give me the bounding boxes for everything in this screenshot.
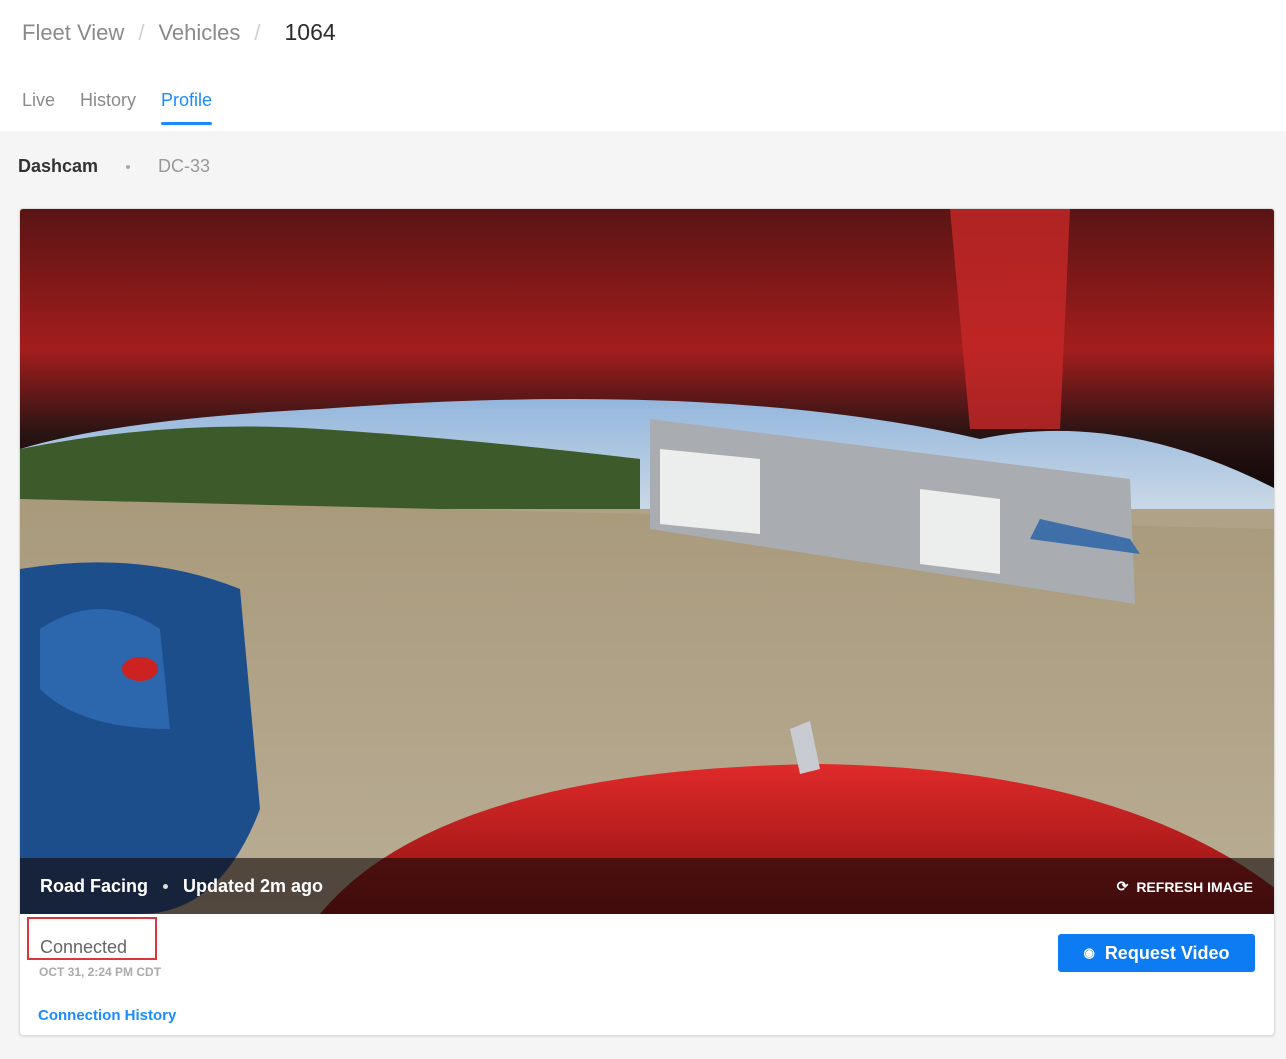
breadcrumb: Fleet View / Vehicles / 1064 <box>22 19 336 46</box>
tab-history[interactable]: History <box>80 90 136 125</box>
connection-history-link[interactable]: Connection History <box>38 1007 176 1024</box>
breadcrumb-separator: / <box>254 19 261 45</box>
tab-profile[interactable]: Profile <box>161 90 213 125</box>
dashcam-image <box>20 209 1274 914</box>
dashcam-card: Road Facing Updated 2m ago ⟳ REFRESH IMA… <box>19 208 1275 1036</box>
separator-dot <box>163 883 169 889</box>
camera-view-label: Road Facing <box>40 875 149 896</box>
breadcrumb-fleet-view[interactable]: Fleet View <box>22 20 124 46</box>
device-id: DC-33 <box>158 156 211 176</box>
tab-live[interactable]: Live <box>22 90 55 125</box>
page-header: Fleet View / Vehicles / 1064 Live Histor… <box>0 0 1286 131</box>
refresh-image-button[interactable]: ⟳ REFRESH IMAGE <box>1117 878 1253 895</box>
connection-status-text: Connected <box>40 937 128 957</box>
page-title: 1064 <box>284 19 336 45</box>
updated-time: Updated 2m ago <box>183 875 324 896</box>
breadcrumb-separator: / <box>138 19 145 45</box>
breadcrumb-vehicles[interactable]: Vehicles <box>158 20 240 46</box>
video-icon: ◉ <box>1083 945 1095 960</box>
refresh-icon: ⟳ <box>1116 878 1129 894</box>
separator-dot <box>126 164 131 169</box>
request-video-button[interactable]: ◉ Request Video <box>1058 934 1255 972</box>
request-video-label: Request Video <box>1104 942 1230 963</box>
image-caption-bar: Road Facing Updated 2m ago ⟳ REFRESH IMA… <box>20 858 1274 914</box>
refresh-image-label: REFRESH IMAGE <box>1136 878 1253 895</box>
device-header: Dashcam DC-33 <box>18 156 210 177</box>
connection-status: Connected <box>27 917 157 960</box>
device-type: Dashcam <box>18 156 99 176</box>
connection-timestamp: OCT 31, 2:24 PM CDT <box>39 965 162 979</box>
tab-bar: Live History Profile <box>22 90 213 125</box>
